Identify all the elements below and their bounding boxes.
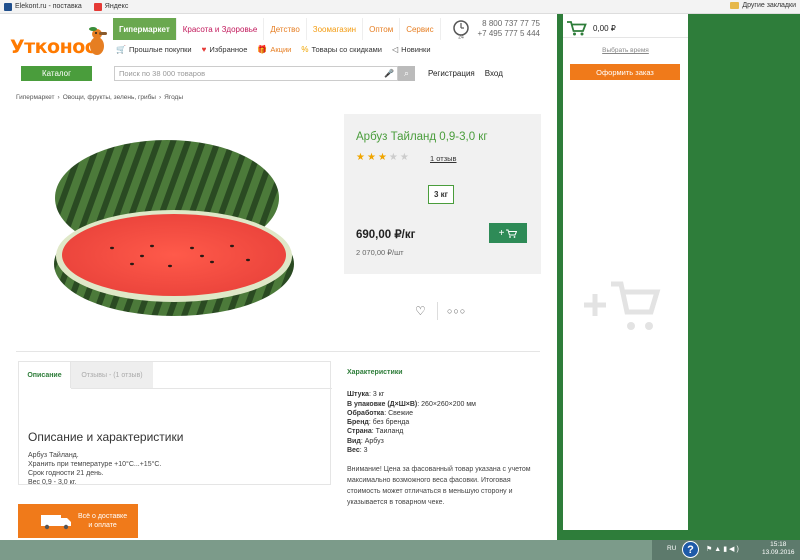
catalog-button[interactable]: Каталог xyxy=(21,66,92,81)
auth-links: Регистрация Вход xyxy=(428,69,503,78)
weight-option[interactable]: 3 кг xyxy=(428,185,454,204)
divider xyxy=(563,37,688,38)
delivery-info-banner[interactable]: Всё о доставке и оплате xyxy=(18,504,138,538)
yandex-icon xyxy=(93,2,102,11)
taskbar xyxy=(0,540,800,560)
bookmark-yandex[interactable]: Яндекс xyxy=(93,2,128,11)
platypus-logo-icon xyxy=(89,27,107,55)
tab-reviews[interactable]: Отзывы - (1 отзыв) xyxy=(71,362,153,388)
clock-24-icon: 24 xyxy=(453,20,469,40)
description-title: Описание и характеристики xyxy=(28,430,184,444)
cart-icon xyxy=(567,21,587,36)
product-title: Арбуз Тайланд 0,9-3,0 кг xyxy=(356,131,488,143)
char-row: Вес: 3 xyxy=(347,447,368,455)
breadcrumb-item[interactable]: Гипермаркет xyxy=(16,94,55,101)
divider xyxy=(71,388,332,389)
description-tabs: Описание Отзывы - (1 отзыв) Описание и х… xyxy=(18,361,332,486)
language-indicator[interactable]: RU xyxy=(667,545,676,552)
char-row: Страна: Таиланд xyxy=(347,428,404,436)
star-icon: ★ xyxy=(366,152,376,163)
cart-icon: 🛒 xyxy=(116,45,126,54)
search-input[interactable]: Поиск по 38 000 товаров 🎤 xyxy=(114,66,398,81)
svg-text:24: 24 xyxy=(458,35,464,40)
favicon-icon xyxy=(4,2,12,11)
cart-sidebar: 0,00 ₽ Выбрать время Оформить заказ xyxy=(563,14,688,530)
subnav-new[interactable]: ◁ Новинки xyxy=(392,45,431,54)
price-per-item: 2 070,00 ₽/шт xyxy=(356,248,404,257)
char-row: Штука: 3 кг xyxy=(347,391,385,399)
breadcrumb-item[interactable]: Ягоды xyxy=(164,94,183,101)
phone-1[interactable]: 8 800 737 77 75 xyxy=(474,19,540,29)
star-icon: ★ xyxy=(356,152,365,163)
phone-numbers: 8 800 737 77 75 +7 495 777 5 444 xyxy=(474,19,540,39)
search-button[interactable]: ⌕ xyxy=(398,66,415,81)
folder-icon xyxy=(730,2,740,9)
new-icon: ◁ xyxy=(392,45,399,54)
buy-box: Арбуз Тайланд 0,9-3,0 кг ★ ★ ★ ★ ★ 1 отз… xyxy=(344,114,541,274)
product-image xyxy=(54,140,294,316)
reviews-link[interactable]: 1 отзыв xyxy=(430,154,457,163)
top-navigation: Гипермаркет Красота и Здоровье Детство З… xyxy=(113,18,441,40)
breadcrumb: Гипермаркет › Овощи, фрукты, зелень, гри… xyxy=(16,94,183,101)
characteristics: Характеристики Штука: 3 кг В упаковке (Д… xyxy=(347,368,537,508)
checkout-button[interactable]: Оформить заказ xyxy=(570,64,680,80)
heart-outline-icon[interactable]: ♡ xyxy=(415,304,426,318)
nav-childhood[interactable]: Детство xyxy=(264,18,307,40)
chevron-right-icon: › xyxy=(158,94,162,101)
help-icon[interactable]: ? xyxy=(682,541,699,558)
nav-beauty-health[interactable]: Красота и Здоровье xyxy=(177,18,265,40)
other-bookmarks[interactable]: Другие закладки xyxy=(730,2,796,9)
breadcrumb-item[interactable]: Овощи, фрукты, зелень, грибы xyxy=(63,94,156,101)
login-link[interactable]: Вход xyxy=(485,69,503,78)
bookmarks-bar: Elekont.ru - поставка Яндекс Другие закл… xyxy=(0,0,800,14)
star-icon: ★ xyxy=(399,152,409,163)
phone-2[interactable]: +7 495 777 5 444 xyxy=(474,29,540,39)
add-to-cart-button[interactable]: + xyxy=(489,223,527,243)
page-background: Утконос Гипермаркет Красота и Здоровье Д… xyxy=(0,14,800,540)
percent-icon: % xyxy=(301,45,309,54)
subnav-promotions[interactable]: 🎁 Акции xyxy=(257,45,291,54)
characteristics-title: Характеристики xyxy=(347,369,403,376)
choose-time-link[interactable]: Выбрать время xyxy=(563,47,688,54)
tab-description[interactable]: Описание xyxy=(19,362,71,388)
cart-icon xyxy=(506,229,518,238)
divider xyxy=(437,302,438,320)
rating-stars[interactable]: ★ ★ ★ ★ ★ xyxy=(356,152,409,163)
subnav-past-purchases[interactable]: 🛒 Прошлые покупки xyxy=(116,45,192,54)
star-icon: ★ xyxy=(388,152,398,163)
register-link[interactable]: Регистрация xyxy=(428,69,475,78)
description-text: Арбуз Тайланд. Хранить при температуре +… xyxy=(28,452,162,486)
empty-cart-icon xyxy=(584,281,661,330)
char-row: Бренд: без бренда xyxy=(347,419,410,427)
divider xyxy=(16,351,540,352)
heart-icon: ♥ xyxy=(201,45,207,54)
truck-icon xyxy=(41,515,71,530)
price-notice: Внимание! Цена за фасованный товар указа… xyxy=(347,466,531,507)
gift-icon: 🎁 xyxy=(257,45,268,54)
chevron-right-icon: › xyxy=(57,94,60,101)
price: 690,00 ₽/кг xyxy=(356,229,416,241)
tray-icons[interactable]: ⚑▲▮◀) xyxy=(706,545,741,553)
sub-navigation: 🛒 Прошлые покупки ♥ Избранное 🎁 Акции % … xyxy=(116,45,431,54)
cart-total: 0,00 ₽ xyxy=(593,23,616,33)
nav-wholesale[interactable]: Оптом xyxy=(363,18,401,40)
subnav-favorites[interactable]: ♥ Избранное xyxy=(202,45,248,54)
bookmark-elekont[interactable]: Elekont.ru - поставка xyxy=(4,2,82,11)
nav-service[interactable]: Сервис xyxy=(400,18,441,40)
char-row: Обработка: Свежие xyxy=(347,409,414,417)
cart-summary[interactable]: 0,00 ₽ xyxy=(567,20,616,36)
system-clock[interactable]: 15:18 13.09.2016 xyxy=(762,541,795,557)
subnav-discounts[interactable]: % Товары со скидками xyxy=(301,45,382,54)
search-icon: ⌕ xyxy=(403,68,410,78)
nav-hypermarket[interactable]: Гипермаркет xyxy=(113,18,177,40)
microphone-icon[interactable]: 🎤 xyxy=(384,69,394,78)
nav-pet-store[interactable]: Зоомагазин xyxy=(307,18,364,40)
more-options-icon[interactable]: ○○○ xyxy=(447,306,466,316)
site-logo[interactable]: Утконос xyxy=(10,36,96,58)
char-row: Вид: Арбуз xyxy=(347,437,384,445)
star-icon: ★ xyxy=(377,152,387,163)
char-row: В упаковке (Д×Ш×В): 260×260×200 мм xyxy=(347,400,476,408)
main-content: Утконос Гипермаркет Красота и Здоровье Д… xyxy=(0,14,557,540)
